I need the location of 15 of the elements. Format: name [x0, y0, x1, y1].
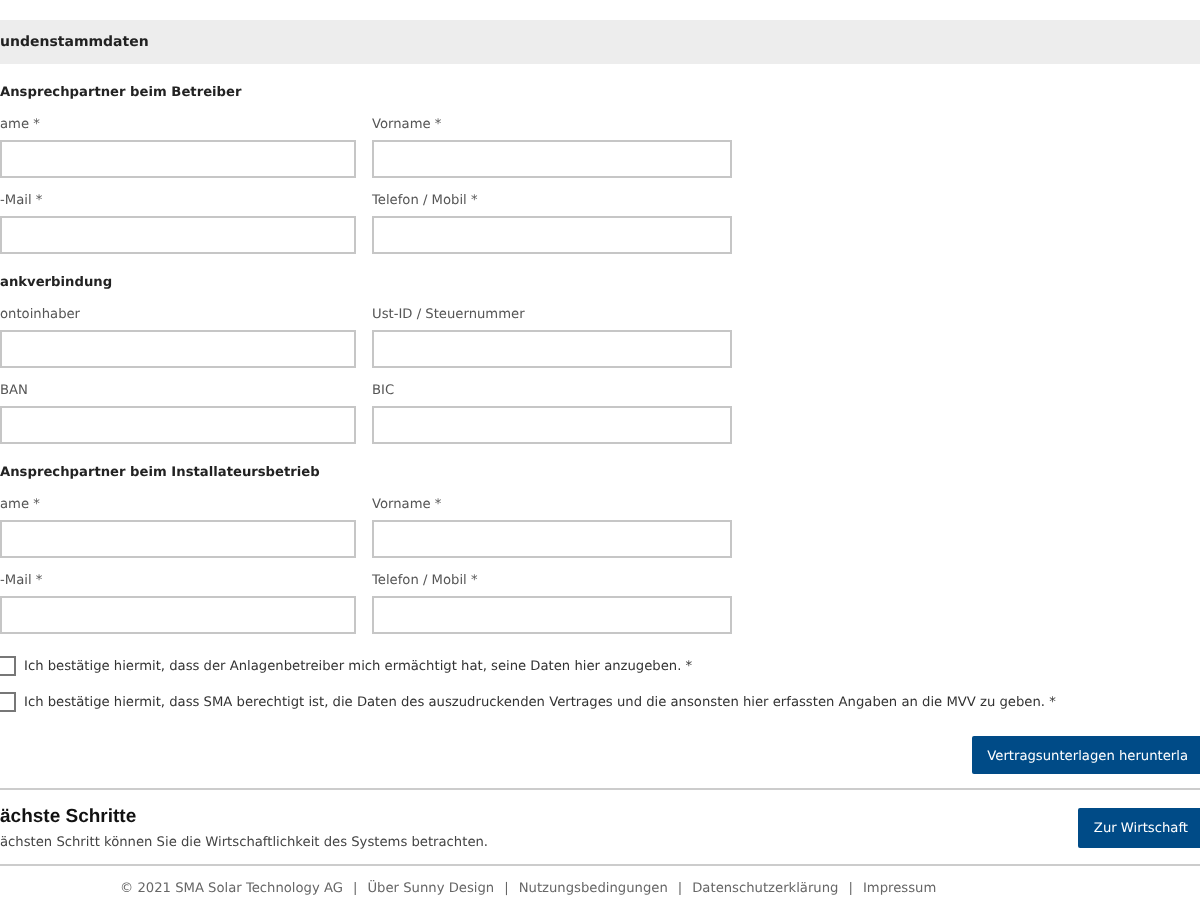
input-field[interactable] [372, 406, 732, 444]
input-field[interactable] [372, 596, 732, 634]
next-steps-title: ächste Schritte [0, 806, 139, 828]
input-field[interactable] [372, 520, 732, 558]
input-field[interactable] [0, 596, 356, 634]
input-field[interactable] [0, 406, 356, 444]
input-field[interactable] [0, 140, 356, 178]
checkbox[interactable] [0, 656, 16, 676]
input-field[interactable] [0, 520, 356, 558]
input-field[interactable] [0, 216, 356, 254]
checkbox[interactable] [0, 692, 16, 712]
input-field[interactable] [372, 140, 732, 178]
input-field[interactable] [372, 216, 732, 254]
input-field[interactable] [0, 330, 356, 368]
input-field[interactable] [372, 330, 732, 368]
